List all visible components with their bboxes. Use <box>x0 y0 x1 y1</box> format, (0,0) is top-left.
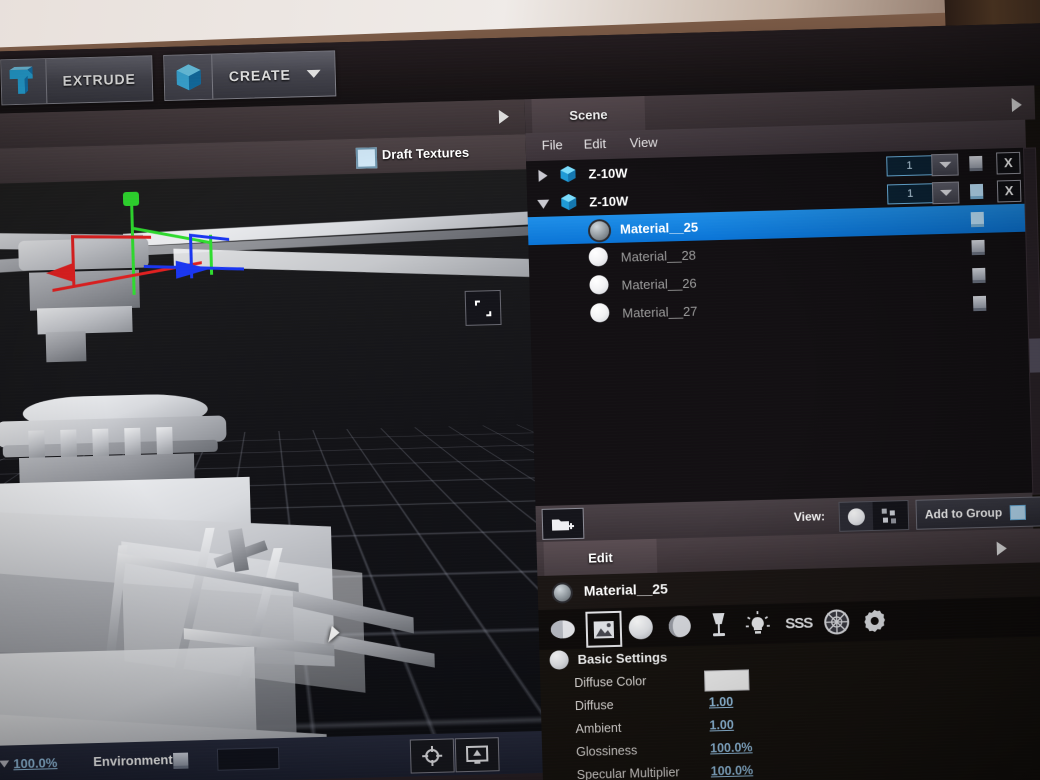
right-panel-column: Scene File Edit View Z-10W 1 X Z-10W 1 X… <box>524 84 1040 780</box>
draft-textures-label: Draft Textures <box>381 144 470 163</box>
chevron-down-icon[interactable] <box>931 181 960 205</box>
shader-metal-icon[interactable] <box>663 610 696 643</box>
property-label: Diffuse Color <box>574 674 647 691</box>
visibility-toggle[interactable] <box>969 183 984 200</box>
property-label: Diffuse <box>574 698 614 714</box>
application-screen: EXTRUDE CREATE Draft Textures 100.0% Env… <box>0 22 1040 780</box>
material-sphere-textured-icon <box>551 582 574 604</box>
monitor-photo: EXTRUDE CREATE Draft Textures 100.0% Env… <box>0 0 1040 780</box>
tree-item-label: Z-10W <box>588 165 628 182</box>
create-button[interactable]: CREATE <box>163 50 337 101</box>
tab-edit[interactable]: Edit <box>543 538 658 576</box>
diffuse-color-swatch[interactable] <box>703 669 750 692</box>
scene-panel-collapse-icon[interactable] <box>1011 97 1022 113</box>
property-label: Specular Multiplier <box>576 765 680 780</box>
close-button[interactable]: X <box>996 179 1022 203</box>
chevron-down-icon[interactable] <box>931 153 959 177</box>
view-label: View: <box>793 509 826 525</box>
visibility-toggle[interactable] <box>971 239 985 256</box>
tree-item-label: Material__25 <box>619 219 699 237</box>
shader-glass-icon[interactable] <box>702 609 735 642</box>
group-swatch-icon <box>1009 504 1027 520</box>
visibility-toggle[interactable] <box>972 267 986 284</box>
quantity-stepper[interactable]: 1 <box>886 183 934 205</box>
property-label: Ambient <box>575 720 622 737</box>
chevron-down-icon[interactable] <box>306 69 321 79</box>
material-sphere-icon <box>589 275 609 295</box>
menu-edit[interactable]: Edit <box>584 136 607 152</box>
extrude-button[interactable]: EXTRUDE <box>0 55 154 106</box>
visibility-toggle[interactable] <box>969 155 983 172</box>
shader-wireframe-icon[interactable] <box>820 606 853 639</box>
menu-view[interactable]: View <box>629 135 657 151</box>
environment-swatch-icon[interactable] <box>173 752 189 769</box>
tree-item-label: Material__27 <box>622 303 698 321</box>
shader-emissive-icon[interactable] <box>741 608 774 641</box>
environment-label: Environment <box>93 751 173 770</box>
tree-item-label: Z-10W <box>589 193 629 210</box>
draft-textures-checkbox[interactable] <box>355 147 378 169</box>
menu-file[interactable]: File <box>542 137 563 153</box>
shader-matte-icon[interactable] <box>624 611 657 644</box>
section-title: Basic Settings <box>577 649 668 667</box>
tree-item-label: Material__26 <box>621 275 697 293</box>
extrude-tool-icon <box>1 59 48 105</box>
chevron-down-icon[interactable] <box>537 199 550 209</box>
sphere-preview-icon[interactable] <box>839 501 874 531</box>
chevron-down-icon[interactable] <box>0 760 10 768</box>
tab-scene-label: Scene <box>569 106 608 123</box>
render-to-screen-icon[interactable] <box>454 737 500 773</box>
chevron-right-icon[interactable] <box>538 169 548 182</box>
material-sphere-textured-icon <box>587 218 612 243</box>
shader-sss-icon[interactable]: SSS <box>778 606 819 639</box>
create-button-label: CREATE <box>228 66 291 85</box>
texture-image-icon[interactable] <box>585 610 623 648</box>
expand-fullscreen-icon[interactable] <box>464 289 502 326</box>
material-sphere-icon <box>590 303 610 323</box>
view-mode-toggle[interactable] <box>838 499 910 532</box>
gizmo-y-handle[interactable] <box>122 191 140 207</box>
tree-item-label: Material__28 <box>620 247 697 265</box>
viewport-3d[interactable]: Draft Textures <box>0 99 542 746</box>
shader-basic-icon[interactable] <box>546 613 579 646</box>
scene-tree[interactable]: Z-10W 1 X Z-10W 1 X Material__25 Materia… <box>526 147 1033 507</box>
visibility-toggle[interactable] <box>972 295 987 312</box>
cube-icon <box>557 164 579 185</box>
viewport-canvas[interactable] <box>0 169 542 746</box>
chevron-right-icon[interactable] <box>498 109 510 124</box>
property-value[interactable]: 1.00 <box>709 718 734 733</box>
cube-icon <box>558 192 580 213</box>
basic-settings-sphere-icon <box>549 650 569 670</box>
environment-field[interactable] <box>216 747 280 771</box>
create-cube-icon <box>164 54 214 100</box>
property-label: Glossiness <box>575 743 638 760</box>
shader-advanced-settings-icon[interactable] <box>858 605 891 638</box>
quantity-stepper[interactable]: 1 <box>886 155 933 177</box>
shader-sss-label: SSS <box>785 614 813 632</box>
tab-scene[interactable]: Scene <box>531 95 646 134</box>
thumbnail-grid-icon[interactable] <box>872 501 906 530</box>
visibility-toggle[interactable] <box>970 211 985 228</box>
edit-panel-collapse-icon[interactable] <box>996 541 1007 556</box>
close-button[interactable]: X <box>996 151 1021 175</box>
material-name: Material__25 <box>583 580 669 599</box>
viewport-zoom-value[interactable]: 100.0% <box>13 755 57 771</box>
property-value[interactable]: 100.0% <box>711 763 754 778</box>
scrollbar-thumb[interactable] <box>1029 338 1040 373</box>
extrude-button-label: EXTRUDE <box>62 70 136 89</box>
tab-edit-label: Edit <box>587 549 613 566</box>
helicopter-model <box>0 169 542 746</box>
property-value[interactable]: 100.0% <box>710 740 753 755</box>
material-sphere-icon <box>588 247 609 267</box>
property-value[interactable]: 1.00 <box>709 695 734 710</box>
focus-target-icon[interactable] <box>409 738 455 774</box>
add-to-group-button[interactable]: Add to Group <box>915 496 1040 530</box>
new-folder-icon[interactable] <box>541 507 585 540</box>
add-to-group-label: Add to Group <box>924 505 1003 522</box>
